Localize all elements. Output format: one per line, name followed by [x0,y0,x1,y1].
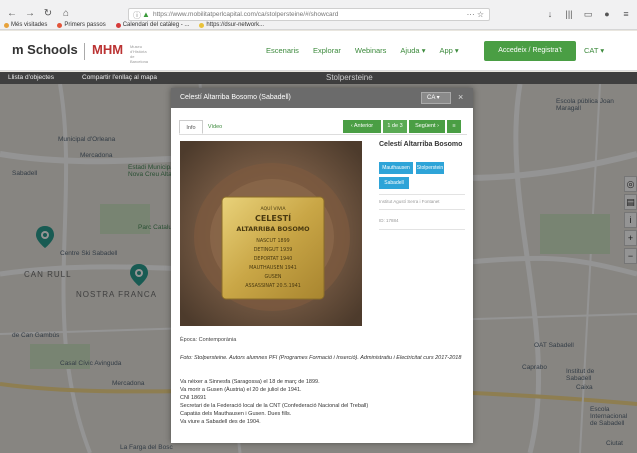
menu-item-ajuda[interactable]: Ajuda ▾ [400,46,425,55]
photo-credit: Foto: Stolpersteine. Autors alumnes PFI … [180,355,462,361]
share-map-link[interactable]: Compartir l'enllaç al mapa [82,74,157,81]
url-bar[interactable]: ⓘ ▲ https://www.mobilitatperlcapital.com… [128,8,490,21]
card-pager: ‹ Anterior 1 de 3 Següent › ≡ [343,120,461,133]
bio-line: CNI 18691 [180,395,207,401]
bookmark-icon [199,22,205,28]
mschools-logo[interactable]: m Schools [12,42,78,57]
page-position: 1 de 3 [383,120,407,133]
tab-divider [179,134,467,135]
modal-title: Celestí Altarriba Bosomo (Sabadell) [180,94,291,101]
extension-icon[interactable]: ● [602,8,612,20]
menu-item-explorar[interactable]: Explorar [313,46,341,55]
logo-divider [84,43,85,60]
sidebar-icon[interactable]: ▭ [583,8,593,20]
map-subbar: Llista d'objectes Compartir l'enllaç al … [0,72,637,84]
forward-icon[interactable]: → [24,8,36,20]
menu-item-app[interactable]: App ▾ [439,46,458,55]
object-card-modal: Celestí Altarriba Bosomo (Sabadell) CA ▾… [171,88,473,443]
stolperstein-image: AQUÍ VIVIA CELESTÍ ALTARRIBA BOSOMO NASC… [180,141,362,326]
library-icon[interactable]: ||| [564,8,574,20]
language-menu[interactable]: CAT ▾ [584,46,604,55]
next-button[interactable]: Següent › [409,120,445,133]
back-icon[interactable]: ← [6,8,18,20]
bio-line: Capatàs dels Mauthausen i Gusen. Dues fi… [180,411,292,417]
bio-line: Secretari de la Federació local de la CN… [180,403,369,409]
photo-caption: Època: Contemporània [180,337,237,343]
menu-item-webinars[interactable]: Webinars [355,46,387,55]
stone-line: DETINGUT 1939 [254,247,293,253]
stone-line: GUSEN [265,274,282,280]
bio-line: Va viure a Sabadell des de 1904. [180,419,261,425]
browser-toolbar: ← → ↻ ⌂ ⓘ ▲ https://www.mobilitatperlcap… [0,0,637,30]
tab-info[interactable]: Info [179,120,203,134]
reload-icon[interactable]: ↻ [42,8,54,20]
register-button[interactable]: Accedeix / Registra't [484,41,576,61]
bookmark-item[interactable]: Més visitades [4,22,47,28]
bookmark-icon [57,22,63,28]
bio-line: Va morir a Gusen (Àustria) el 20 de juli… [180,387,302,393]
previous-button[interactable]: ‹ Anterior [343,120,381,133]
app-header: m Schools MHM Museu d'Història de Barcel… [0,31,637,71]
stone-line: NASCUT 1899 [256,238,289,244]
stolperstein-photo: AQUÍ VIVIA CELESTÍ ALTARRIBA BOSOMO NASC… [180,141,362,326]
main-menu: Escenaris Explorar Webinars Ajuda ▾ App … [266,46,459,55]
stone-line: ASSASSINAT 20.5.1941 [245,283,301,289]
bookmark-item[interactable]: https://dsur-network... [199,22,264,28]
tag-sabadell[interactable]: Sabadell [379,177,409,189]
side-divider [379,209,465,210]
stone-line: ALTARRIBA BOSOMO [236,225,310,233]
bookmark-icon [115,22,121,28]
url-text[interactable]: https://www.mobilitatperlcapital.com/ca/… [153,11,338,18]
object-list-link[interactable]: Llista d'objectes [8,74,54,81]
page-actions-icon[interactable]: ··· ☆ [467,10,484,19]
list-icon[interactable]: ≡ [447,120,461,133]
stone-line: DEPORTAT 1940 [254,256,293,262]
toolbar-icons: ↓ ||| ▭ ● ≡ [545,8,631,20]
tab-video[interactable]: Vídeo [203,120,227,134]
biography: Va néixer a Sinnesfa (Saragossa) el 18 d… [180,378,465,426]
bookmark-item[interactable]: Calendari del catàleg - ... [115,22,189,28]
person-name: Celestí Altarriba Bosomo [379,141,463,148]
institution-name[interactable]: Institut Agustí Serra i Fontanet [379,199,440,204]
object-id: ID: 17884 [379,218,399,223]
modal-header: Celestí Altarriba Bosomo (Sabadell) CA ▾… [171,88,473,108]
stone-line: CELESTÍ [255,212,291,223]
download-icon[interactable]: ↓ [545,8,555,20]
mhm-logo-subtitle: Museu d'Història de Barcelona [130,44,149,64]
side-divider [379,229,465,230]
menu-item-escenaris[interactable]: Escenaris [266,46,299,55]
stone-line: MAUTHAUSEN 1941 [249,265,297,271]
stone-line: AQUÍ VIVIA [261,205,287,212]
menu-icon[interactable]: ≡ [621,8,631,20]
browser-nav: ← → ↻ ⌂ [6,8,72,20]
lock-icon: ▲ [142,10,150,19]
modal-language-select[interactable]: CA ▾ [421,92,451,104]
tag-stolperstein[interactable]: Stolperstein [416,162,444,174]
bookmark-icon [4,22,9,28]
bookmarks-bar: Més visitades Primers passos Calendari d… [4,22,264,28]
bio-line: Va néixer a Sinnesfa (Saragossa) el 18 d… [180,379,320,385]
side-divider [379,194,465,195]
map-title: Stolpersteine [326,73,373,82]
info-icon[interactable]: ⓘ [133,10,141,21]
modal-tabs: Info Vídeo [179,120,227,134]
bookmark-item[interactable]: Primers passos [57,22,106,28]
tag-mauthausen[interactable]: Mauthausen [379,162,413,174]
home-icon[interactable]: ⌂ [60,8,72,20]
close-icon[interactable]: × [458,92,463,102]
mhm-logo[interactable]: MHM [92,42,123,57]
